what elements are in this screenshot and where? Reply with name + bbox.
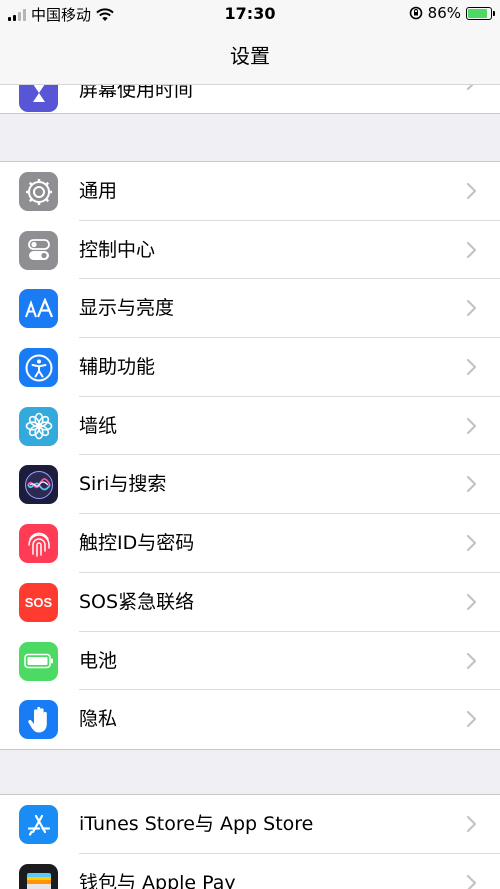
chevron-right-icon bbox=[466, 874, 478, 889]
settings-row-accessibility[interactable]: 辅助功能 bbox=[0, 338, 500, 397]
orientation-lock-icon bbox=[409, 6, 422, 20]
sos-icon-text: SOS bbox=[24, 594, 53, 610]
settings-group-store: iTunes Store与 App Store 钱包与 Apple Pay bbox=[0, 794, 500, 889]
settings-row-display[interactable]: 显示与亮度 bbox=[0, 279, 500, 339]
toggles-icon bbox=[19, 230, 58, 270]
chevron-right-icon bbox=[466, 241, 478, 259]
siri-icon bbox=[19, 465, 58, 505]
chevron-right-icon bbox=[466, 417, 478, 435]
settings-row-label: 屏幕使用时间 bbox=[79, 84, 194, 101]
chevron-right-icon bbox=[466, 652, 478, 670]
settings-row-label: 控制中心 bbox=[79, 238, 156, 261]
settings-row-label: Siri与搜索 bbox=[79, 473, 167, 496]
settings-row-touch-id[interactable]: 触控ID与密码 bbox=[0, 514, 500, 573]
settings-row-label: SOS紧急联络 bbox=[79, 590, 195, 613]
flower-icon bbox=[19, 406, 58, 446]
page-title: 设置 bbox=[230, 44, 270, 68]
settings-row-sos[interactable]: SOS SOS紧急联络 bbox=[0, 573, 500, 632]
settings-row-label: 通用 bbox=[79, 180, 118, 202]
settings-row-label: 触控ID与密码 bbox=[79, 532, 195, 555]
wallet-icon bbox=[19, 863, 58, 889]
chevron-right-icon bbox=[466, 815, 478, 833]
chevron-right-icon bbox=[466, 358, 478, 376]
fingerprint-icon bbox=[19, 524, 58, 564]
chevron-right-icon bbox=[466, 85, 478, 91]
hourglass-icon bbox=[19, 85, 58, 112]
battery-icon bbox=[466, 6, 495, 20]
settings-row-siri[interactable]: Siri与搜索 bbox=[0, 455, 500, 515]
settings-group-general: 通用 控制中心 显示与亮度 辅助功能 墙纸 Siri与搜索 触控ID与密码 SO… bbox=[0, 161, 500, 750]
chevron-right-icon bbox=[466, 475, 478, 493]
settings-row-screen-time[interactable]: 屏幕使用时间 bbox=[0, 84, 500, 114]
settings-row-label: 显示与亮度 bbox=[79, 297, 175, 320]
accessibility-icon bbox=[19, 348, 58, 388]
settings-row-label: 墙纸 bbox=[79, 414, 118, 437]
status-bar: 中国移动 17:30 86% bbox=[0, 0, 500, 28]
settings-row-battery[interactable]: 电池 bbox=[0, 632, 500, 691]
nav-bar: 设置 bbox=[0, 28, 500, 84]
settings-row-app-store[interactable]: iTunes Store与 App Store bbox=[0, 795, 500, 854]
settings-row-label: 钱包与 Apple Pay bbox=[79, 871, 236, 889]
chevron-right-icon bbox=[466, 534, 478, 552]
status-right: 86% bbox=[409, 4, 495, 22]
settings-row-general[interactable]: 通用 bbox=[0, 162, 500, 221]
settings-row-wallpaper[interactable]: 墙纸 bbox=[0, 397, 500, 456]
settings-row-label: 电池 bbox=[79, 649, 118, 672]
battery-icon bbox=[19, 641, 58, 681]
settings-row-label: 隐私 bbox=[79, 708, 118, 731]
gear-icon bbox=[19, 172, 58, 211]
chevron-right-icon bbox=[466, 299, 478, 317]
chevron-right-icon bbox=[466, 710, 478, 728]
text-size-icon bbox=[19, 289, 58, 329]
app-store-icon bbox=[19, 805, 58, 844]
settings-row-wallet[interactable]: 钱包与 Apple Pay bbox=[0, 854, 500, 889]
chevron-right-icon bbox=[466, 182, 478, 200]
settings-row-label: 辅助功能 bbox=[79, 356, 156, 379]
battery-percent: 86% bbox=[427, 4, 461, 22]
settings-row-control-center[interactable]: 控制中心 bbox=[0, 221, 500, 280]
settings-row-privacy[interactable]: 隐私 bbox=[0, 690, 500, 749]
sos-icon: SOS bbox=[19, 582, 58, 622]
chevron-right-icon bbox=[466, 593, 478, 611]
settings-row-label: iTunes Store与 App Store bbox=[79, 813, 314, 835]
hand-icon bbox=[19, 700, 58, 740]
